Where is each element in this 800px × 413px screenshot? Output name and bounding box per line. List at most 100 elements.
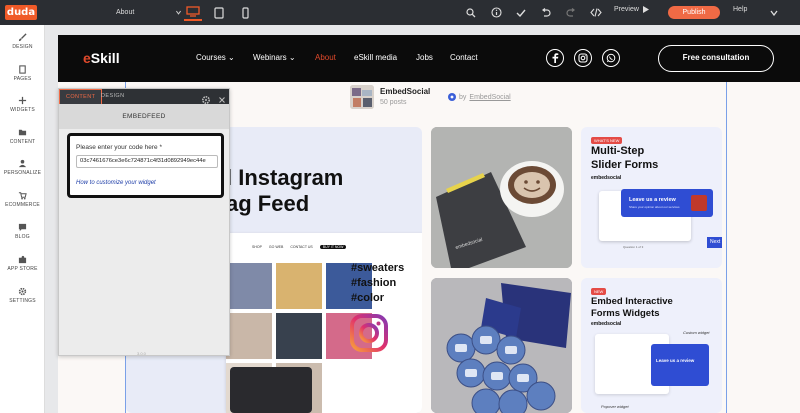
post-brand: embedsocial [591, 321, 622, 327]
site-logo-name: Skill [90, 50, 120, 66]
site-logo[interactable]: eSkill [83, 50, 120, 66]
whatsapp-link[interactable] [602, 49, 620, 67]
feed-post-mug[interactable]: embedsocial [431, 127, 572, 268]
check-icon [516, 9, 526, 17]
form-card-sub: Share your opinion about our services [629, 205, 680, 209]
cart-icon [18, 192, 27, 200]
facebook-icon [552, 53, 559, 63]
hashtag: #color [351, 292, 385, 304]
info-button[interactable] [488, 4, 504, 21]
sidebar-item-personalize[interactable]: PERSONALIZE [0, 157, 45, 187]
sidebar-item-label: BLOG [15, 234, 30, 240]
sidebar-item-label: ECOMMERCE [5, 202, 40, 208]
sidebar-item-label: SETTINGS [9, 298, 36, 304]
feed-attribution: by EmbedSocial [448, 93, 511, 101]
nav-about[interactable]: About [315, 53, 336, 62]
nav-courses[interactable]: Courses ⌄ [196, 53, 235, 62]
puzzle-icon [18, 255, 27, 264]
site-logo-prefix: e [83, 50, 91, 66]
undo-button[interactable] [538, 4, 554, 21]
chevron-down-icon [770, 10, 778, 16]
publish-button[interactable]: Publish [668, 6, 720, 19]
account-menu-button[interactable] [766, 4, 782, 21]
redo-button[interactable] [563, 4, 579, 21]
preview-button[interactable]: Preview [614, 6, 649, 13]
instagram-link[interactable] [574, 49, 592, 67]
feed-account-name[interactable]: EmbedSocial [380, 87, 430, 96]
sidebar-item-label: PERSONALIZE [3, 170, 42, 176]
help-menu[interactable]: Help [733, 6, 747, 13]
tablet-view-button[interactable] [210, 4, 228, 21]
tablet-icon [214, 6, 224, 19]
free-consultation-button[interactable]: Free consultation [658, 45, 774, 72]
nav-jobs[interactable]: Jobs [416, 53, 433, 62]
person-icon [18, 159, 27, 168]
facebook-link[interactable] [546, 49, 564, 67]
feed-post-cupcakes[interactable] [431, 278, 572, 413]
post-brand: embedsocial [591, 175, 622, 181]
post-badge: WHAT'S NEW [591, 137, 623, 144]
panel-settings-button[interactable] [201, 92, 211, 105]
hashtag-list: #sweaters #fashion #color [351, 261, 404, 306]
tab-design[interactable]: DESIGN [95, 89, 131, 104]
sidebar-item-label: WIDGETS [10, 107, 35, 113]
gear-icon [18, 287, 27, 296]
embed-code-box: Please enter your code here * 03c7461676… [67, 133, 224, 198]
search-icon [466, 7, 476, 17]
code-icon [590, 8, 602, 17]
chevron-down-icon [176, 10, 181, 15]
brush-icon [18, 33, 27, 42]
pages-icon [19, 65, 26, 74]
play-icon [642, 6, 649, 13]
mock-nav-item: GO WEB [268, 245, 284, 249]
code-button[interactable] [588, 4, 604, 21]
sidebar-item-ecommerce[interactable]: ECOMMERCE [0, 189, 45, 219]
sidebar-item-content[interactable]: CONTENT [0, 126, 45, 156]
sidebar-item-label: CONTENT [9, 139, 36, 145]
mobile-view-button[interactable] [236, 4, 254, 21]
search-button[interactable] [463, 4, 479, 21]
customize-widget-link[interactable]: How to customize your widget [76, 180, 156, 186]
feed-post-count: 50 posts [380, 99, 407, 106]
cupcakes-photo [431, 278, 572, 413]
embed-code-label: Please enter your code here * [76, 144, 162, 151]
chat-icon [18, 223, 27, 232]
nav-contact[interactable]: Contact [450, 53, 478, 62]
page-selector[interactable]: About [116, 4, 182, 21]
post-title-line-2: Forms Widgets [591, 308, 660, 319]
nav-eskill-media[interactable]: eSkill media [354, 53, 397, 62]
mock-photo [276, 263, 322, 309]
post-badge: NEW [591, 288, 607, 295]
sidebar-item-app-store[interactable]: APP STORE [0, 253, 45, 283]
dark-photo [230, 367, 312, 413]
help-label: Help [733, 6, 748, 13]
site-header[interactable]: eSkill Courses ⌄ Webinars ⌄ About eSkill… [58, 35, 800, 82]
embed-code-input[interactable]: 03c7461676ce3e6c724871c4f31d0892949ec44e [76, 155, 218, 168]
form-card-header: Leave us a review Share your opinion abo… [621, 189, 713, 217]
check-button[interactable] [513, 4, 529, 21]
mock-photo [226, 263, 272, 309]
sidebar-item-label: APP STORE [7, 266, 38, 272]
feed-post-slider-forms[interactable]: WHAT'S NEW Multi-Step Slider Forms embed… [581, 127, 722, 268]
sidebar-item-design[interactable]: DESIGN [0, 31, 45, 61]
panel-close-button[interactable] [217, 92, 227, 103]
info-icon [490, 7, 502, 18]
feed-by-link[interactable]: EmbedSocial [469, 94, 510, 101]
sidebar-item-blog[interactable]: BLOG [0, 221, 45, 251]
desktop-view-button[interactable] [184, 4, 202, 21]
sidebar-item-settings[interactable]: SETTINGS [0, 285, 45, 315]
mock-nav-item: CONTACT US [290, 245, 313, 249]
sidebar-item-pages[interactable]: PAGES [0, 63, 45, 93]
nav-webinars[interactable]: Webinars ⌄ [253, 53, 296, 62]
mock-nav: SHOP GO WEB CONTACT US BUY IT NOW [252, 245, 347, 249]
hashtag: #sweaters [351, 262, 405, 274]
instagram-icon [578, 53, 588, 63]
forms-note: Popover widget [601, 404, 629, 409]
duda-logo[interactable]: duda [5, 5, 37, 20]
sidebar-item-label: PAGES [13, 76, 32, 82]
redo-icon [566, 8, 575, 17]
post-title-line-2: Slider Forms [591, 159, 659, 171]
feed-post-interactive-forms[interactable]: NEW Embed Interactive Forms Widgets embe… [581, 278, 722, 413]
sidebar-item-widgets[interactable]: WIDGETS [0, 94, 45, 124]
mug-photo [431, 127, 572, 268]
